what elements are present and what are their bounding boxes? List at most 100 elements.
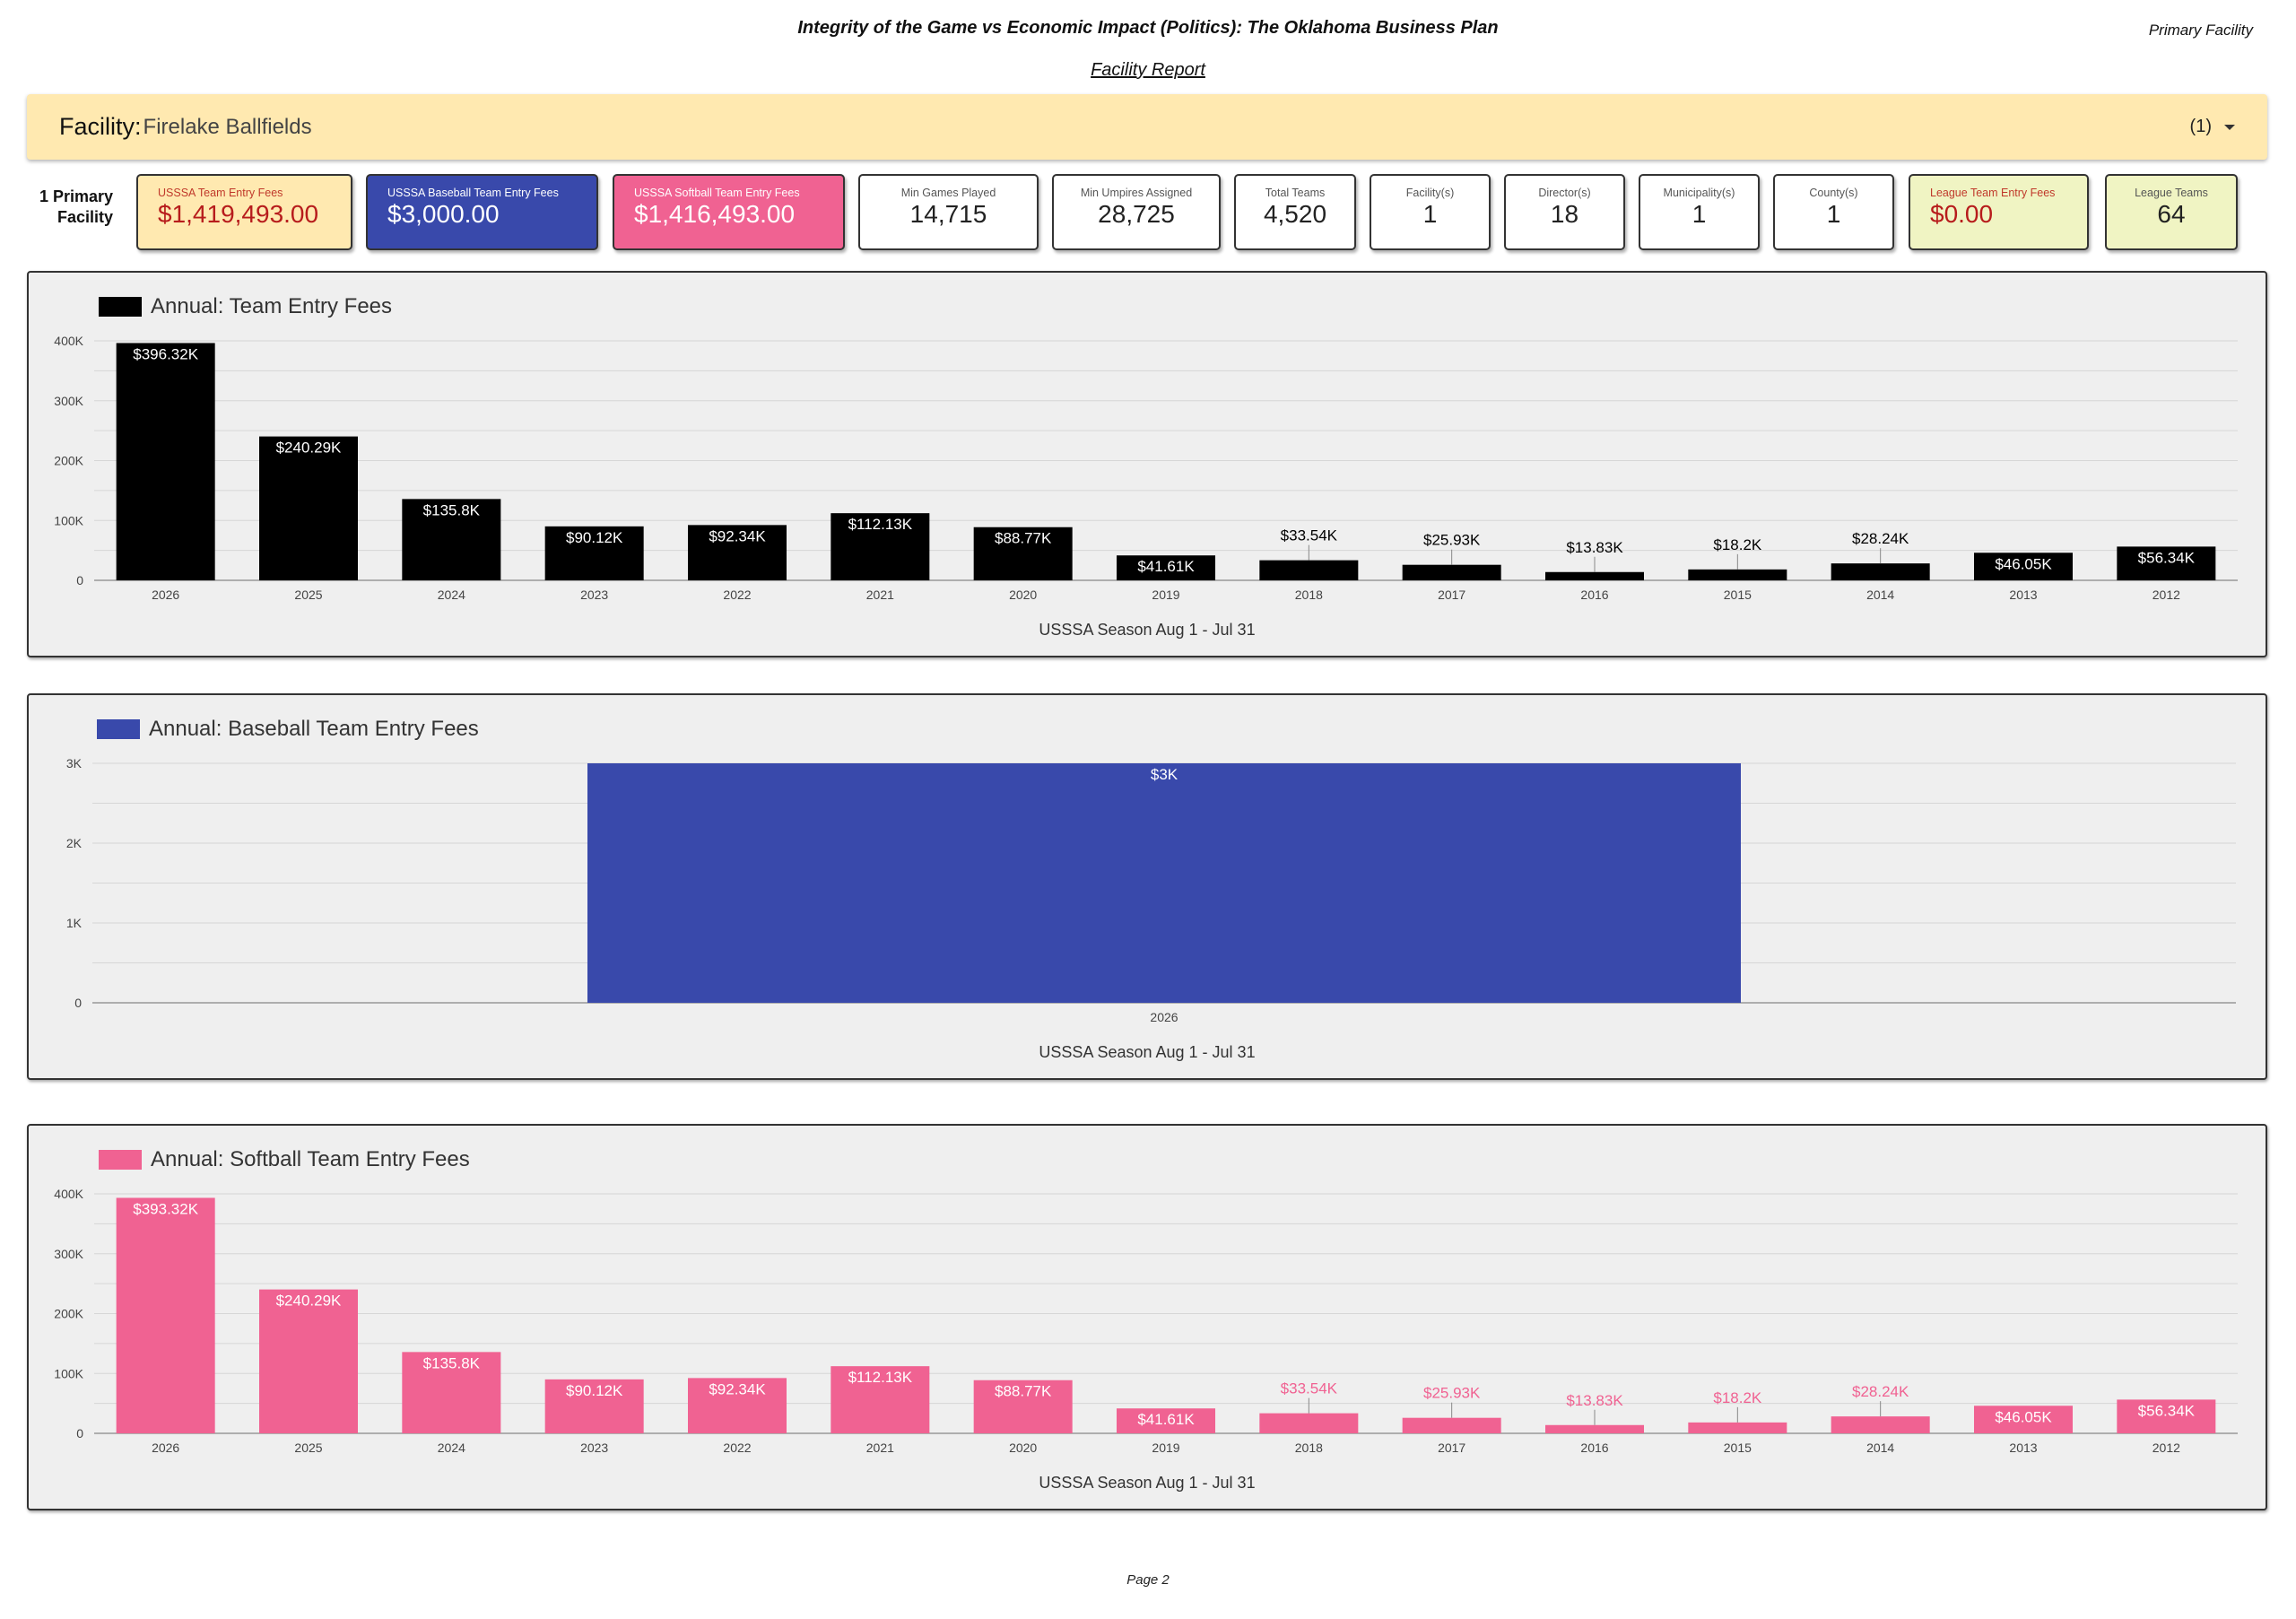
data-label: $33.54K bbox=[1281, 527, 1338, 544]
bar bbox=[1259, 1413, 1359, 1433]
data-label: $33.54K bbox=[1281, 1380, 1338, 1397]
x-tick-label: 2021 bbox=[866, 588, 894, 602]
data-label: $41.61K bbox=[1137, 1411, 1195, 1428]
y-tick-label: 400K bbox=[54, 334, 83, 348]
data-label: $88.77K bbox=[995, 530, 1052, 547]
x-tick-label: 2012 bbox=[2152, 588, 2180, 602]
x-axis-title: USSSA Season Aug 1 - Jul 31 bbox=[1039, 1043, 1256, 1061]
report-subtitle[interactable]: Facility Report bbox=[0, 60, 2296, 81]
y-tick-label: 0 bbox=[76, 1426, 83, 1441]
y-tick-label: 200K bbox=[54, 1307, 83, 1321]
chart-panel-baseball-team-entry-fees: 0 1K 2K 3K 2026 $3K Annual: Baseball Team Ent… bbox=[27, 693, 2267, 1080]
y-tick-label: 400K bbox=[54, 1187, 83, 1201]
x-tick-label: 2015 bbox=[1724, 588, 1752, 602]
x-tick-label: 2017 bbox=[1438, 588, 1465, 602]
x-tick-label: 2025 bbox=[294, 588, 322, 602]
data-label: $56.34K bbox=[2138, 1402, 2196, 1419]
x-tick-label: 2024 bbox=[438, 1441, 465, 1455]
legend-swatch bbox=[99, 297, 142, 317]
x-tick-label: 2015 bbox=[1724, 1441, 1752, 1455]
data-label: $28.24K bbox=[1852, 1383, 1909, 1400]
primary-facility-label: 1 Primary Facility bbox=[39, 187, 113, 226]
card-league-team-entry-fees: League Team Entry Fees $0.00 bbox=[1909, 174, 2089, 250]
facility-value: Firelake Ballfields bbox=[143, 114, 312, 139]
facility-label: Facility: bbox=[59, 113, 142, 140]
card-facilities: Facility(s) 1 bbox=[1370, 174, 1491, 250]
data-label: $25.93K bbox=[1423, 1385, 1481, 1402]
card-league-teams: League Teams 64 bbox=[2105, 174, 2238, 250]
x-tick-label: 2020 bbox=[1009, 1441, 1037, 1455]
bar bbox=[259, 436, 358, 580]
x-tick-label: 2019 bbox=[1152, 588, 1179, 602]
bar bbox=[1545, 571, 1644, 580]
card-softball-team-entry-fees: USSSA Softball Team Entry Fees $1,416,493… bbox=[613, 174, 845, 250]
data-label: $92.34K bbox=[709, 527, 766, 544]
card-directors: Director(s) 18 bbox=[1504, 174, 1625, 250]
bar bbox=[1688, 1422, 1787, 1433]
chart-baseball-team-entry-fees: 0 1K 2K 3K 2026 $3K bbox=[66, 756, 2236, 1024]
data-label: $41.61K bbox=[1137, 558, 1195, 575]
chart-softball-team-entry-fees: 0 100K 200K 300K 400K 2026 $393.32K 2025 $240.29… bbox=[54, 1187, 2238, 1455]
x-tick-label: 2016 bbox=[1580, 1441, 1608, 1455]
y-tick-label: 3K bbox=[66, 756, 83, 770]
y-tick-label: 100K bbox=[54, 1366, 83, 1380]
chevron-down-icon[interactable] bbox=[2224, 124, 2235, 130]
x-tick-label: 2024 bbox=[438, 588, 465, 602]
data-label: $240.29K bbox=[276, 1293, 342, 1310]
data-label: $90.12K bbox=[566, 529, 623, 546]
y-tick-label: 1K bbox=[66, 916, 83, 930]
facility-count[interactable]: (1) bbox=[2190, 117, 2235, 137]
data-label: $46.05K bbox=[1995, 555, 2052, 572]
bar bbox=[116, 343, 215, 580]
report-title: Integrity of the Game vs Economic Impact… bbox=[797, 18, 1499, 38]
data-label: $25.93K bbox=[1423, 532, 1481, 549]
data-label: $56.34K bbox=[2138, 549, 2196, 566]
y-tick-label: 100K bbox=[54, 513, 83, 527]
data-label: $18.2K bbox=[1713, 536, 1762, 553]
card-municipalities: Municipality(s) 1 bbox=[1639, 174, 1760, 250]
chart-panel-team-entry-fees: 0 100K 200K 300K 400K 2026 $396.32K 2025 $240.29… bbox=[27, 271, 2267, 657]
x-tick-label: 2021 bbox=[866, 1441, 894, 1455]
bar bbox=[1259, 560, 1359, 580]
y-tick-label: 0 bbox=[76, 573, 83, 588]
x-tick-label: 2013 bbox=[2009, 588, 2037, 602]
x-axis-title: USSSA Season Aug 1 - Jul 31 bbox=[1039, 621, 1256, 639]
x-tick-label: 2019 bbox=[1152, 1441, 1179, 1455]
x-tick-label: 2017 bbox=[1438, 1441, 1465, 1455]
data-label: $90.12K bbox=[566, 1382, 623, 1399]
x-tick-label: 2012 bbox=[2152, 1441, 2180, 1455]
x-tick-label: 2025 bbox=[294, 1441, 322, 1455]
x-axis-title: USSSA Season Aug 1 - Jul 31 bbox=[1039, 1474, 1256, 1492]
x-tick-label: 2022 bbox=[723, 1441, 751, 1455]
x-tick-label: 2026 bbox=[152, 1441, 179, 1455]
card-total-teams: Total Teams 4,520 bbox=[1234, 174, 1356, 250]
data-label: $396.32K bbox=[133, 345, 198, 362]
chart-title: Annual: Baseball Team Entry Fees bbox=[149, 717, 479, 741]
bar bbox=[1402, 1417, 1501, 1433]
y-tick-label: 2K bbox=[66, 836, 83, 850]
bar bbox=[1545, 1424, 1644, 1433]
y-tick-label: 0 bbox=[74, 996, 82, 1010]
bar bbox=[1688, 569, 1787, 580]
bar bbox=[259, 1289, 358, 1433]
data-label: $92.34K bbox=[709, 1380, 766, 1397]
card-counties: County(s) 1 bbox=[1773, 174, 1894, 250]
facility-filter[interactable]: Facility: Firelake Ballfields (1) bbox=[27, 94, 2267, 160]
data-label: $135.8K bbox=[423, 1354, 481, 1371]
data-label: $112.13K bbox=[848, 1369, 913, 1386]
legend-team-entry-fees: Annual: Team Entry Fees bbox=[99, 294, 392, 319]
y-tick-label: 300K bbox=[54, 394, 83, 408]
x-tick-label: 2026 bbox=[152, 588, 179, 602]
y-tick-label: 300K bbox=[54, 1247, 83, 1261]
report-tag: Primary Facility bbox=[2148, 22, 2253, 39]
data-label: $240.29K bbox=[276, 440, 342, 457]
x-tick-label: 2023 bbox=[580, 1441, 608, 1455]
chart-panel-softball-team-entry-fees: 0 100K 200K 300K 400K 2026 $393.32K 2025 $240.29… bbox=[27, 1124, 2267, 1510]
data-label: $88.77K bbox=[995, 1383, 1052, 1400]
data-label: $112.13K bbox=[848, 516, 913, 533]
bar bbox=[116, 1197, 215, 1433]
data-label: $28.24K bbox=[1852, 530, 1909, 547]
data-label: $13.83K bbox=[1566, 1392, 1623, 1409]
legend-swatch bbox=[97, 719, 140, 739]
x-tick-label: 2023 bbox=[580, 588, 608, 602]
